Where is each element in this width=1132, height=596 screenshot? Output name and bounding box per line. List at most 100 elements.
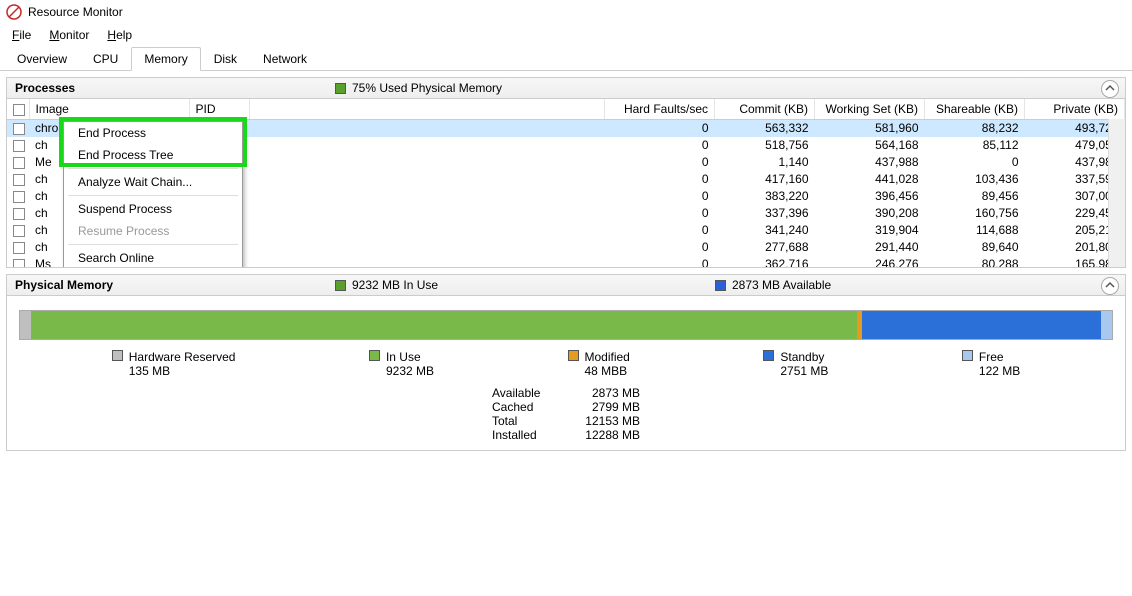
tab-network[interactable]: Network	[250, 47, 320, 71]
cell-commit: 417,160	[715, 171, 815, 188]
legend-name: Free	[979, 350, 1020, 364]
cell-hardfaults: 0	[605, 137, 715, 154]
row-checkbox[interactable]	[13, 123, 25, 135]
menu-monitor[interactable]: Monitor	[41, 26, 97, 44]
ctx-end-process[interactable]: End Process	[64, 122, 242, 144]
legend-name: In Use	[386, 350, 434, 364]
cell-shareable: 160,756	[925, 205, 1025, 222]
cell-workingset: 319,904	[815, 222, 925, 239]
memory-avail: 2873 MB Available	[715, 278, 831, 292]
stat-value: 12288 MB	[570, 428, 640, 442]
avail-swatch	[715, 280, 726, 291]
row-checkbox[interactable]	[13, 174, 25, 186]
processes-header[interactable]: Processes 75% Used Physical Memory	[7, 78, 1125, 99]
memory-body: Hardware Reserved135 MB In Use9232 MB Modi…	[7, 296, 1125, 450]
col-workingset[interactable]: Working Set (KB)	[815, 99, 925, 120]
cell-workingset: 441,028	[815, 171, 925, 188]
col-private[interactable]: Private (KB)	[1025, 99, 1125, 120]
mem-seg-hardware	[20, 311, 31, 339]
ctx-resume-process: Resume Process	[64, 220, 242, 242]
col-shareable[interactable]: Shareable (KB)	[925, 99, 1025, 120]
row-checkbox[interactable]	[13, 242, 25, 254]
cell-commit: 383,220	[715, 188, 815, 205]
row-checkbox[interactable]	[13, 157, 25, 169]
tab-overview[interactable]: Overview	[4, 47, 80, 71]
stat-value: 2873 MB	[570, 386, 640, 400]
cell-shareable: 85,112	[925, 137, 1025, 154]
legend-item: In Use9232 MB	[369, 350, 434, 378]
ctx-analyze-wait-chain[interactable]: Analyze Wait Chain...	[64, 171, 242, 193]
row-checkbox[interactable]	[13, 259, 25, 267]
cell-commit: 362,716	[715, 256, 815, 268]
physical-memory-panel: Physical Memory 9232 MB In Use 2873 MB A…	[6, 274, 1126, 451]
memory-stats: Available2873 MBCached2799 MBTotal12153 …	[15, 386, 1117, 442]
cell-shareable: 88,232	[925, 120, 1025, 137]
ctx-search-online[interactable]: Search Online	[64, 247, 242, 267]
legend-item: Modified48 MBB	[568, 350, 630, 378]
col-gap	[249, 99, 605, 120]
legend-value: 122 MB	[979, 364, 1020, 378]
tab-cpu[interactable]: CPU	[80, 47, 131, 71]
col-image[interactable]: Image	[29, 99, 189, 120]
cell-shareable: 89,640	[925, 239, 1025, 256]
inuse-label: 9232 MB In Use	[352, 278, 438, 292]
cell-shareable: 0	[925, 154, 1025, 171]
cell-commit: 518,756	[715, 137, 815, 154]
processes-title: Processes	[15, 81, 335, 95]
legend-swatch	[112, 350, 123, 361]
ctx-sep1	[68, 168, 238, 169]
menubar: File Monitor Help	[0, 24, 1132, 46]
cell-commit: 337,396	[715, 205, 815, 222]
collapse-processes-icon[interactable]	[1101, 80, 1119, 98]
row-checkbox[interactable]	[13, 140, 25, 152]
memory-legend: Hardware Reserved135 MB In Use9232 MB Modi…	[45, 350, 1087, 378]
cell-hardfaults: 0	[605, 171, 715, 188]
legend-name: Standby	[780, 350, 828, 364]
stat-key: Available	[492, 386, 552, 400]
avail-label: 2873 MB Available	[732, 278, 831, 292]
legend-value: 135 MB	[129, 364, 236, 378]
col-commit[interactable]: Commit (KB)	[715, 99, 815, 120]
tab-memory[interactable]: Memory	[131, 47, 200, 71]
cell-hardfaults: 0	[605, 154, 715, 171]
ctx-end-process-tree[interactable]: End Process Tree	[64, 144, 242, 166]
col-checkbox[interactable]	[7, 99, 29, 120]
stats-row: Total12153 MB	[492, 414, 640, 428]
ctx-sep2	[68, 195, 238, 196]
stat-key: Installed	[492, 428, 552, 442]
cell-hardfaults: 0	[605, 239, 715, 256]
scrollbar[interactable]	[1108, 119, 1125, 267]
ctx-suspend-process[interactable]: Suspend Process	[64, 198, 242, 220]
legend-value: 2751 MB	[780, 364, 828, 378]
context-menu: End Process End Process Tree Analyze Wai…	[63, 121, 243, 267]
legend-value: 9232 MB	[386, 364, 434, 378]
row-checkbox[interactable]	[13, 208, 25, 220]
menu-help[interactable]: Help	[99, 26, 140, 44]
cell-shareable: 103,436	[925, 171, 1025, 188]
row-checkbox[interactable]	[13, 225, 25, 237]
cell-workingset: 564,168	[815, 137, 925, 154]
cell-workingset: 437,988	[815, 154, 925, 171]
cell-shareable: 114,688	[925, 222, 1025, 239]
cell-workingset: 396,456	[815, 188, 925, 205]
legend-name: Modified	[585, 350, 630, 364]
menu-file[interactable]: File	[4, 26, 39, 44]
legend-value: 48 MBB	[585, 364, 630, 378]
tab-disk[interactable]: Disk	[201, 47, 250, 71]
legend-swatch	[962, 350, 973, 361]
titlebar: Resource Monitor	[0, 0, 1132, 24]
mem-seg-free	[1101, 311, 1112, 339]
legend-item: Hardware Reserved135 MB	[112, 350, 236, 378]
processes-panel: Processes 75% Used Physical Memory Image…	[6, 77, 1126, 268]
legend-name: Hardware Reserved	[129, 350, 236, 364]
cell-commit: 277,688	[715, 239, 815, 256]
col-hardfaults[interactable]: Hard Faults/sec	[605, 99, 715, 120]
mem-seg-standby	[862, 311, 1101, 339]
cell-commit: 341,240	[715, 222, 815, 239]
used-memory-label: 75% Used Physical Memory	[352, 81, 502, 95]
row-checkbox[interactable]	[13, 191, 25, 203]
legend-swatch	[369, 350, 380, 361]
collapse-memory-icon[interactable]	[1101, 277, 1119, 295]
col-pid[interactable]: PID	[189, 99, 249, 120]
memory-header[interactable]: Physical Memory 9232 MB In Use 2873 MB A…	[7, 275, 1125, 296]
